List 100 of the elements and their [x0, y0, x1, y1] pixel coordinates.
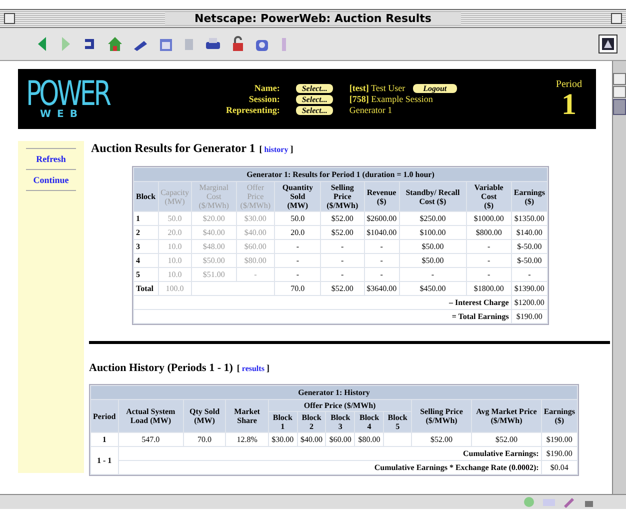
table-cell: 5: [134, 268, 158, 281]
table-cell: $-50.00: [512, 254, 547, 267]
table-cell: -: [321, 240, 364, 253]
table-cell: 100.0: [158, 282, 191, 295]
table-cell: $52.00: [321, 282, 364, 295]
field-value: [test] Test User: [349, 83, 406, 93]
table-cell: $3640.00: [364, 282, 399, 295]
table-cell: $52.00: [321, 212, 364, 225]
table-cell: $1040.00: [364, 226, 399, 239]
table-cell: -: [466, 240, 511, 253]
table-cell: -: [364, 254, 399, 267]
table-cell: $0.04: [542, 461, 577, 474]
column-header: Selling Price ($/MWh): [412, 400, 472, 432]
logout-button[interactable]: Logout: [413, 84, 457, 92]
table-cell: $40.00: [298, 433, 326, 446]
column-header: Offer Price ($/MWh): [236, 182, 274, 211]
column-header: Market Share: [226, 400, 268, 432]
table-cell: 70.0: [184, 433, 226, 446]
column-header: Block 2: [298, 412, 326, 432]
table-cell: $80.00: [236, 254, 274, 267]
sidebar-link[interactable]: Continue: [33, 175, 69, 185]
table-cell: 10.0: [158, 240, 191, 253]
table-cell: Total: [134, 282, 158, 295]
netscape-logo-icon[interactable]: [598, 34, 618, 54]
table-cell: 547.0: [118, 433, 183, 446]
table-cell: -: [321, 254, 364, 267]
column-header: Revenue ($): [364, 182, 399, 211]
period-number: 1: [561, 90, 576, 120]
column-header: Variable Cost ($): [466, 182, 511, 211]
table-cell: -: [466, 254, 511, 267]
table-cell: -: [321, 268, 364, 281]
table-cell: $40.00: [236, 226, 274, 239]
table-cell: 1: [134, 212, 158, 225]
column-header: Quantity Sold (MW): [275, 182, 320, 211]
column-header: Earnings ($): [512, 182, 547, 211]
column-header: Block 1: [268, 412, 297, 432]
table-cell: $50.00: [400, 254, 466, 267]
bracket: [: [259, 144, 262, 154]
section-title: Auction History (Periods 1 - 1): [89, 362, 233, 374]
select-button[interactable]: Select...: [296, 84, 334, 92]
table-cell: $2600.00: [364, 212, 399, 225]
table-cell: 3: [134, 240, 158, 253]
section-title: Auction Results for Generator 1: [91, 141, 256, 156]
column-header: Qty Sold (MW): [184, 400, 226, 432]
select-button[interactable]: Select...: [296, 94, 334, 104]
table-cell: 50.0: [158, 212, 191, 225]
column-header: Capacity (MW): [158, 182, 191, 211]
table-cell: – Interest Charge: [134, 296, 511, 309]
table-cell: -: [466, 268, 511, 281]
table-cell: $140.00: [512, 226, 547, 239]
table-cell: $1000.00: [466, 212, 511, 225]
table-cell: 70.0: [275, 282, 320, 295]
column-header: Block: [134, 182, 158, 211]
period-label: Period: [556, 78, 582, 90]
table-cell: -: [275, 240, 320, 253]
table-cell: $100.00: [400, 226, 466, 239]
table-cell: $48.00: [192, 240, 236, 253]
edit-icon[interactable]: [562, 496, 576, 508]
table-cell: 1: [91, 433, 118, 446]
table-cell: -: [512, 268, 547, 281]
table-cell: $50.00: [400, 240, 466, 253]
table-cell: $1350.00: [512, 212, 547, 225]
logo: POWER WEB: [26, 78, 111, 120]
table-cell: $30.00: [268, 433, 297, 446]
table-cell: $52.00: [412, 433, 472, 446]
column-header: Selling Price ($/MWh): [321, 182, 364, 211]
close-box[interactable]: [4, 13, 15, 24]
table-cell: $1200.00: [512, 296, 547, 309]
field-label: Session:: [248, 94, 280, 104]
zoom-box[interactable]: [611, 13, 622, 24]
table-cell: 20.0: [275, 226, 320, 239]
table-cell: -: [364, 268, 399, 281]
table-cell: -: [275, 254, 320, 267]
table-cell: $51.00: [192, 268, 236, 281]
table-cell: -: [275, 268, 320, 281]
select-button[interactable]: Select...: [296, 106, 334, 114]
window-title: Netscape: PowerWeb: Auction Results: [165, 12, 461, 25]
table-cell: $40.00: [192, 226, 236, 239]
table-cell: 12.8%: [226, 433, 268, 446]
table-cell: $60.00: [326, 433, 354, 446]
table-cell: 10.0: [158, 268, 191, 281]
link[interactable]: history: [264, 145, 288, 154]
table-cell: Cumulative Earnings * Exchange Rate (0.0002):: [118, 461, 541, 474]
sidebar-link[interactable]: Refresh: [36, 154, 66, 164]
vertical-scrollbar[interactable]: [612, 61, 626, 494]
table-cell: $20.00: [192, 212, 236, 225]
column-header: Block 5: [384, 412, 411, 432]
scroll-thumb[interactable]: [613, 99, 626, 115]
table-cell: $52.00: [472, 433, 541, 446]
table-cell: Cumulative Earnings:: [118, 447, 541, 460]
column-header: Block 3: [326, 412, 354, 432]
table-cell: -: [400, 268, 466, 281]
link[interactable]: results: [242, 364, 264, 373]
field-value: Generator 1: [349, 105, 392, 115]
table-cell: $190.00: [542, 433, 577, 446]
table-cell: $52.00: [321, 226, 364, 239]
bracket: [: [236, 363, 240, 373]
table-cell: $60.00: [236, 240, 274, 253]
home-icon[interactable]: [106, 35, 124, 53]
bracket: ]: [290, 144, 294, 154]
